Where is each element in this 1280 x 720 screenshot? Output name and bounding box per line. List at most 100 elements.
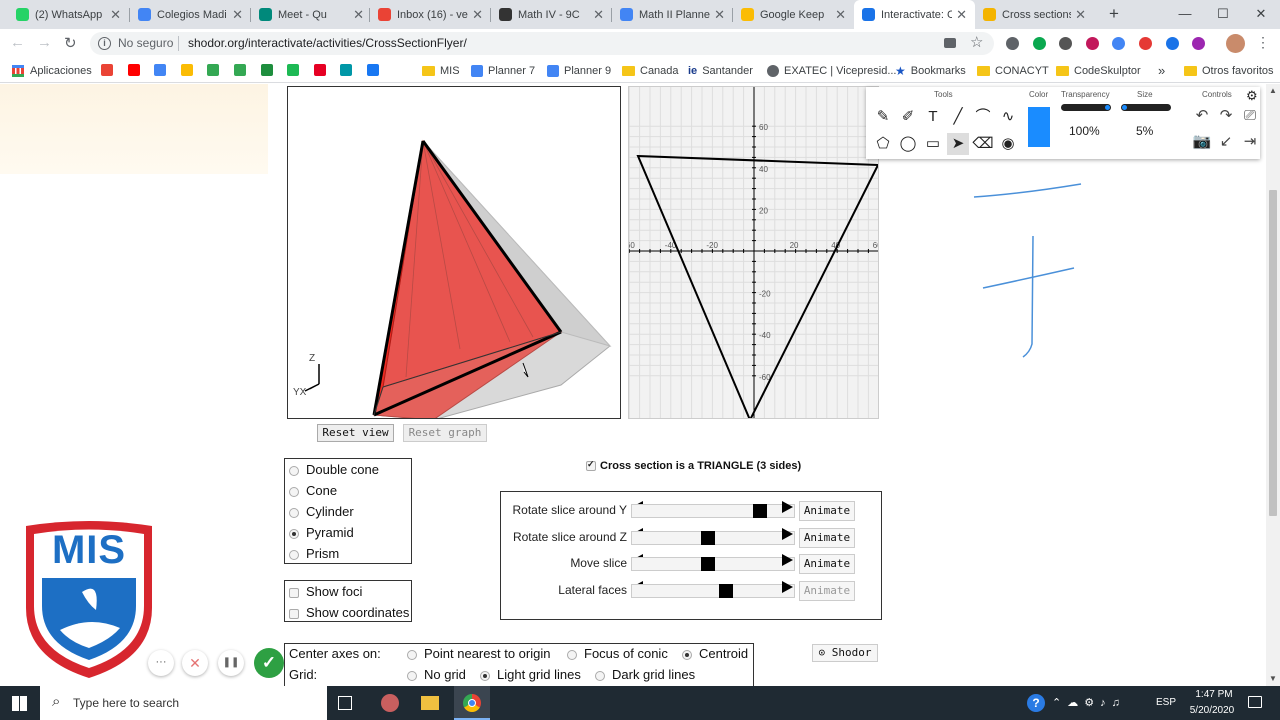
other-bookmarks[interactable]: Otros favoritos <box>1184 62 1274 79</box>
omnibox[interactable]: i No seguro shodor.org/interactivate/act… <box>90 32 994 55</box>
transparency-slider[interactable] <box>1061 104 1111 111</box>
grid-option-3[interactable]: Dark grid lines <box>595 667 695 682</box>
bookmark-planner-9[interactable]: Planner 9 <box>547 62 611 79</box>
axes-radio[interactable] <box>567 649 577 660</box>
search-box[interactable]: ⌕ Type here to search <box>40 686 327 720</box>
slider-track[interactable] <box>631 584 795 599</box>
text-tool-icon[interactable]: T <box>922 106 944 128</box>
help-icon[interactable]: ? <box>1027 694 1045 712</box>
drop-ext-icon[interactable] <box>1165 37 1179 50</box>
meet-more-button[interactable]: ··· <box>148 650 174 676</box>
exit-icon[interactable]: ⇥ <box>1240 131 1260 153</box>
classroom-icon[interactable] <box>207 64 220 76</box>
diamond-ext-icon[interactable] <box>1112 37 1126 50</box>
settings-gear-icon[interactable]: ⚙ <box>1246 88 1258 104</box>
bookmark-canada[interactable]: Canada <box>622 62 679 79</box>
notifications-icon[interactable] <box>1248 696 1262 708</box>
shape-option-cone[interactable]: Cone <box>289 480 411 501</box>
new-tab-button[interactable]: + <box>1104 4 1124 24</box>
show-coordinates-option[interactable]: Show coordinates <box>289 602 411 623</box>
fill-bucket-icon[interactable]: ◉ <box>997 133 1019 155</box>
p-ext-icon[interactable] <box>1006 37 1019 50</box>
brush-ext-icon[interactable] <box>1085 37 1099 50</box>
eraser-icon[interactable]: ⌫ <box>972 133 994 155</box>
scroll-thumb[interactable] <box>1269 190 1277 516</box>
redo-icon[interactable]: ↷ <box>1216 105 1236 127</box>
camera-icon[interactable] <box>944 38 956 48</box>
close-tab-icon[interactable]: ✕ <box>956 7 967 23</box>
tab-1[interactable]: (2) WhatsApp ✕ <box>8 0 129 29</box>
grid-radio[interactable] <box>595 670 605 681</box>
shape-option-prism[interactable]: Prism <box>289 543 411 564</box>
taskbar-app-explorer[interactable] <box>421 696 439 710</box>
slider-knob[interactable] <box>700 530 715 545</box>
close-tab-icon[interactable]: ✕ <box>353 7 364 23</box>
shape-radio[interactable] <box>289 486 299 497</box>
grid-radio[interactable] <box>480 670 490 681</box>
meet-pause-button[interactable]: ❚❚ <box>218 650 244 676</box>
slider-knob[interactable] <box>753 504 768 518</box>
whatsapp-icon[interactable] <box>234 64 246 76</box>
slider-track[interactable] <box>631 504 795 518</box>
reset-view-button[interactable]: Reset view <box>317 424 394 442</box>
center-axes-option-3[interactable]: Centroid <box>682 646 748 661</box>
polygon-icon[interactable]: ⬠ <box>872 133 894 155</box>
tab-3[interactable]: Meet - Qu ✕ <box>251 0 372 29</box>
shape-radio[interactable] <box>289 549 299 560</box>
clear-icon[interactable]: ⎚ <box>1240 105 1260 127</box>
meet-ok-button[interactable]: ✓ <box>254 648 284 678</box>
bookmark-exatec[interactable]: EXATEC | Vicepresid... <box>767 62 897 79</box>
shape-option-cylinder[interactable]: Cylinder <box>289 501 411 522</box>
pointer-icon[interactable]: ➤ <box>947 133 969 155</box>
bookmarks-more[interactable]: » <box>1158 62 1165 79</box>
gmail-icon[interactable] <box>101 64 113 76</box>
tab-5[interactable]: Math IV - 9C ✕ <box>491 0 612 29</box>
taskbar-app-chrome[interactable] <box>454 686 490 720</box>
shodor-button[interactable]: ⊙ Shodor <box>812 644 878 662</box>
close-tab-icon[interactable]: ✕ <box>1075 7 1086 23</box>
animate-button[interactable]: Animate <box>799 501 855 521</box>
tray-icons[interactable]: ⌃☁⚙♪♫ <box>1052 696 1126 709</box>
close-tab-icon[interactable]: ✕ <box>232 7 243 23</box>
task-view-icon[interactable] <box>338 696 352 710</box>
close-tab-icon[interactable]: ✕ <box>835 7 846 23</box>
grid-option-1[interactable]: No grid <box>407 667 466 682</box>
maximize-button[interactable]: ☐ <box>1204 0 1242 29</box>
rectangle-icon[interactable]: ▭ <box>922 133 944 155</box>
slider-track[interactable] <box>631 530 795 545</box>
info-icon[interactable]: i <box>98 37 111 50</box>
back-icon[interactable]: ← <box>10 34 26 52</box>
profile-avatar[interactable] <box>1226 34 1245 53</box>
forward-icon[interactable]: → <box>37 34 53 52</box>
star-icon[interactable]: ☆ <box>970 33 983 51</box>
clock-time[interactable]: 1:47 PM <box>1190 689 1238 700</box>
android-icon[interactable] <box>260 64 273 76</box>
show-coordinates-checkbox[interactable] <box>289 608 299 619</box>
bookmark-codeskulptor[interactable]: CodeSkulptor <box>1056 62 1141 79</box>
tab-6[interactable]: Math II Planner ✕ <box>612 0 733 29</box>
close-tab-icon[interactable]: ✕ <box>714 7 725 23</box>
show-foci-option[interactable]: Show foci <box>289 581 411 602</box>
url-text[interactable]: shodor.org/interactivate/activities/Cros… <box>188 36 467 50</box>
tab-7[interactable]: Google Keep ✕ <box>733 0 854 29</box>
youtube-icon[interactable] <box>127 64 140 76</box>
shape-radio[interactable] <box>289 507 299 518</box>
minimize-button[interactable]: — <box>1166 0 1204 29</box>
slider-right-arrow-icon[interactable] <box>782 581 793 594</box>
tab-8[interactable]: Interactivate: C ✕ <box>854 0 975 29</box>
bookmark-apps[interactable]: Aplicaciones <box>12 62 92 79</box>
shape-radio[interactable] <box>289 528 299 539</box>
undo-icon[interactable]: ↶ <box>1192 105 1212 127</box>
bookmark-mis[interactable]: MIS <box>422 62 460 79</box>
facebook-icon[interactable] <box>367 64 379 76</box>
grid-option-2[interactable]: Light grid lines <box>480 667 581 682</box>
cross-section-graph[interactable]: 604020-20-40-60-60-40-20204060 <box>628 86 879 419</box>
page-scrollbar[interactable]: ▲ ▼ <box>1266 84 1280 686</box>
animate-button[interactable]: Animate <box>799 554 855 575</box>
marker-icon[interactable]: ✐ <box>897 106 919 128</box>
ext-icon[interactable] <box>340 64 353 76</box>
size-slider[interactable] <box>1121 104 1171 111</box>
menu-icon[interactable]: ⋮ <box>1256 34 1270 51</box>
ellipse-icon[interactable]: ◯ <box>897 133 919 155</box>
shape-option-double-cone[interactable]: Double cone <box>289 459 411 480</box>
